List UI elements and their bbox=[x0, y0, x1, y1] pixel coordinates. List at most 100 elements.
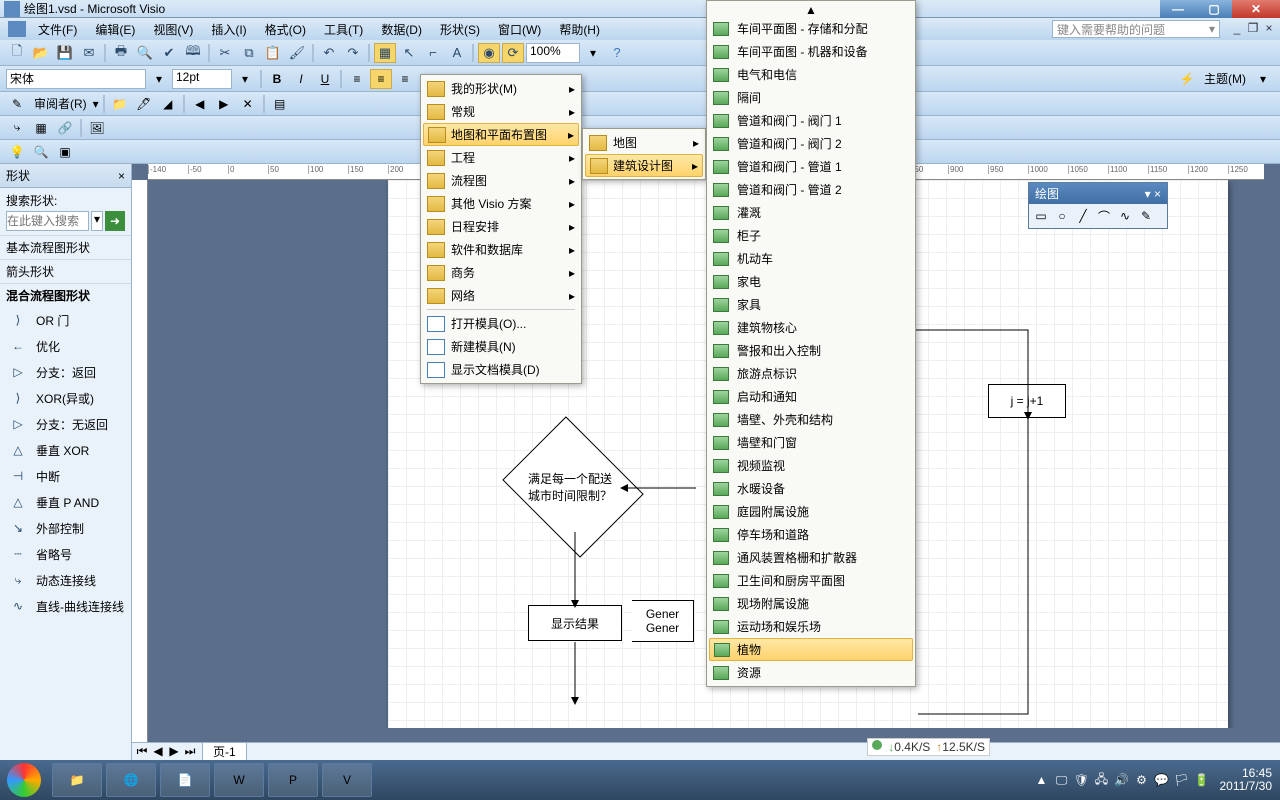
doc-close-button[interactable]: × bbox=[1262, 21, 1276, 35]
drawing-tools-close[interactable]: × bbox=[1154, 187, 1161, 201]
menu-help[interactable]: 帮助(H) bbox=[553, 19, 606, 40]
taskbar-pinned-app[interactable]: 📄 bbox=[160, 763, 210, 797]
menu-item[interactable]: 打开模具(O)... bbox=[423, 312, 579, 335]
minimize-button[interactable]: — bbox=[1160, 0, 1196, 18]
shape-item[interactable]: △垂直 P AND bbox=[0, 489, 131, 515]
stencil-menu-item[interactable]: 家具 bbox=[709, 293, 913, 316]
copy-button[interactable]: ⧉ bbox=[238, 43, 260, 63]
shapes-window-button[interactable]: ▦ bbox=[374, 43, 396, 63]
track-changes-button[interactable]: ▤ bbox=[269, 94, 291, 114]
page-first-button[interactable]: ⏮ bbox=[134, 744, 150, 759]
save-button[interactable]: 💾 bbox=[54, 43, 76, 63]
connector-route-button[interactable]: ⤷ bbox=[6, 118, 28, 138]
stencil-menu-item[interactable]: 管道和阀门 - 管道 1 bbox=[709, 155, 913, 178]
menu-item[interactable]: 地图和平面布置图▸ bbox=[423, 123, 579, 146]
menu-item[interactable]: 流程图▸ bbox=[423, 169, 579, 192]
menu-item[interactable]: 其他 Visio 方案▸ bbox=[423, 192, 579, 215]
image-button[interactable]: 🖼 bbox=[86, 118, 108, 138]
stencil-menu-item[interactable]: 建筑物核心 bbox=[709, 316, 913, 339]
menu-edit[interactable]: 编辑(E) bbox=[89, 19, 141, 40]
stencil-menu-item[interactable]: 隔间 bbox=[709, 86, 913, 109]
size-dropdown[interactable]: ▾ bbox=[234, 69, 256, 89]
menu-item[interactable]: 显示文档模具(D) bbox=[423, 358, 579, 381]
scroll-up-button[interactable]: ▲ bbox=[709, 3, 913, 17]
stencil-menu-item[interactable]: 机动车 bbox=[709, 247, 913, 270]
stencil-menu-item[interactable]: 柜子 bbox=[709, 224, 913, 247]
menu-window[interactable]: 窗口(W) bbox=[492, 19, 547, 40]
stencil-menu-item[interactable]: 水暖设备 bbox=[709, 477, 913, 500]
open-button[interactable]: 📂 bbox=[30, 43, 52, 63]
taskbar-pinned-app[interactable]: P bbox=[268, 763, 318, 797]
flowchart-decision[interactable]: 满足每一个配送城市时间限制？ bbox=[518, 442, 628, 532]
menu-item[interactable]: 工程▸ bbox=[423, 146, 579, 169]
format-painter-button[interactable]: 🖌 bbox=[286, 43, 308, 63]
shape-item[interactable]: ⟩OR 门 bbox=[0, 307, 131, 333]
underline-button[interactable]: U bbox=[314, 69, 336, 89]
shape-item[interactable]: ↘外部控制 bbox=[0, 515, 131, 541]
search-dropdown[interactable]: ▾ bbox=[91, 211, 103, 231]
next-comment-button[interactable]: ▶ bbox=[213, 94, 235, 114]
link-button[interactable]: 🔗 bbox=[54, 118, 76, 138]
taskbar-pinned-app[interactable]: V bbox=[322, 763, 372, 797]
research-button[interactable]: 🕮 bbox=[182, 43, 204, 63]
menu-item[interactable]: 商务▸ bbox=[423, 261, 579, 284]
reviewer-label[interactable]: 审阅者(R) bbox=[30, 95, 91, 112]
stencil-menu-item[interactable]: 管道和阀门 - 阀门 1 bbox=[709, 109, 913, 132]
shape-item[interactable]: △垂直 XOR bbox=[0, 437, 131, 463]
stencil-menu-item[interactable]: 庭园附属设施 bbox=[709, 500, 913, 523]
font-combo[interactable]: 宋体 bbox=[6, 69, 146, 89]
stencil-menu-item[interactable]: 灌溉 bbox=[709, 201, 913, 224]
drawing-tools-dropdown[interactable]: ▾ bbox=[1145, 187, 1151, 201]
align-right-button[interactable]: ≡ bbox=[394, 69, 416, 89]
taskbar-pinned-app[interactable]: 📁 bbox=[52, 763, 102, 797]
stencil-menu-item[interactable]: 车间平面图 - 机器和设备 bbox=[709, 40, 913, 63]
shape-item[interactable]: ┄省略号 bbox=[0, 541, 131, 567]
menu-view[interactable]: 视图(V) bbox=[147, 19, 199, 40]
stencil-menu-item[interactable]: 现场附属设施 bbox=[709, 592, 913, 615]
text-tool-button[interactable]: A bbox=[446, 43, 468, 63]
stencil-menu-item[interactable]: 启动和通知 bbox=[709, 385, 913, 408]
delete-comment-button[interactable]: ✕ bbox=[237, 94, 259, 114]
stencil-menu-item[interactable]: 卫生间和厨房平面图 bbox=[709, 569, 913, 592]
stencil-menu-item[interactable]: 管道和阀门 - 管道 2 bbox=[709, 178, 913, 201]
stencil-menu-item[interactable]: 植物 bbox=[709, 638, 913, 661]
mail-button[interactable]: ✉ bbox=[78, 43, 100, 63]
lamp-button[interactable]: 💡 bbox=[6, 142, 28, 162]
drawing-tools-panel[interactable]: 绘图▾ × ▭○╱⌒∿✎ bbox=[1028, 182, 1168, 229]
spelling-button[interactable]: ✔ bbox=[158, 43, 180, 63]
menu-item[interactable]: 新建模具(N) bbox=[423, 335, 579, 358]
new-button[interactable]: 🗋 bbox=[6, 43, 28, 63]
menu-format[interactable]: 格式(O) bbox=[259, 19, 312, 40]
menu-item[interactable]: 我的形状(M)▸ bbox=[423, 77, 579, 100]
draw-tool[interactable]: ✎ bbox=[1137, 207, 1155, 225]
menu-insert[interactable]: 插入(I) bbox=[205, 19, 252, 40]
page-prev-button[interactable]: ◀ bbox=[150, 744, 166, 759]
menu-tools[interactable]: 工具(T) bbox=[318, 19, 369, 40]
stencil-menu-item[interactable]: 资源 bbox=[709, 661, 913, 684]
taskbar-pinned-app[interactable]: 🌐 bbox=[106, 763, 156, 797]
previous-comment-button[interactable]: ◀ bbox=[189, 94, 211, 114]
stencil-menu-item[interactable]: 墙壁和门窗 bbox=[709, 431, 913, 454]
autoconnect-button[interactable]: ◉ bbox=[478, 43, 500, 63]
undo-button[interactable]: ↶ bbox=[318, 43, 340, 63]
close-button[interactable]: ✕ bbox=[1232, 0, 1280, 18]
flowchart-process-result[interactable]: 显示结果 bbox=[528, 605, 622, 641]
search-shapes-input[interactable] bbox=[6, 211, 89, 231]
stencil-menu-item[interactable]: 车间平面图 - 存储和分配 bbox=[709, 17, 913, 40]
print-preview-button[interactable]: 🔍 bbox=[134, 43, 156, 63]
category-basic-flowchart[interactable]: 基本流程图形状 bbox=[0, 235, 131, 259]
pointer-tool-button[interactable]: ↖ bbox=[398, 43, 420, 63]
stencil-menu-item[interactable]: 运动场和娱乐场 bbox=[709, 615, 913, 638]
stencil-menu-item[interactable]: 管道和阀门 - 阀门 2 bbox=[709, 132, 913, 155]
tray-icon[interactable]: ⚙ bbox=[1134, 772, 1150, 788]
tray-icon[interactable]: 🛡 bbox=[1074, 772, 1090, 788]
tray-icon[interactable]: 🔊 bbox=[1114, 772, 1130, 788]
clock[interactable]: 16:45 2011/7/30 bbox=[1220, 767, 1273, 793]
menu-item[interactable]: 日程安排▸ bbox=[423, 215, 579, 238]
bold-button[interactable]: B bbox=[266, 69, 288, 89]
highlight-button[interactable]: ◢ bbox=[157, 94, 179, 114]
pen-button[interactable]: 🖊 bbox=[133, 94, 155, 114]
shape-item[interactable]: ∿直线-曲线连接线 bbox=[0, 593, 131, 619]
autocorrect-button[interactable]: ⚡ bbox=[1176, 69, 1198, 89]
align-center-button[interactable]: ≡ bbox=[370, 69, 392, 89]
